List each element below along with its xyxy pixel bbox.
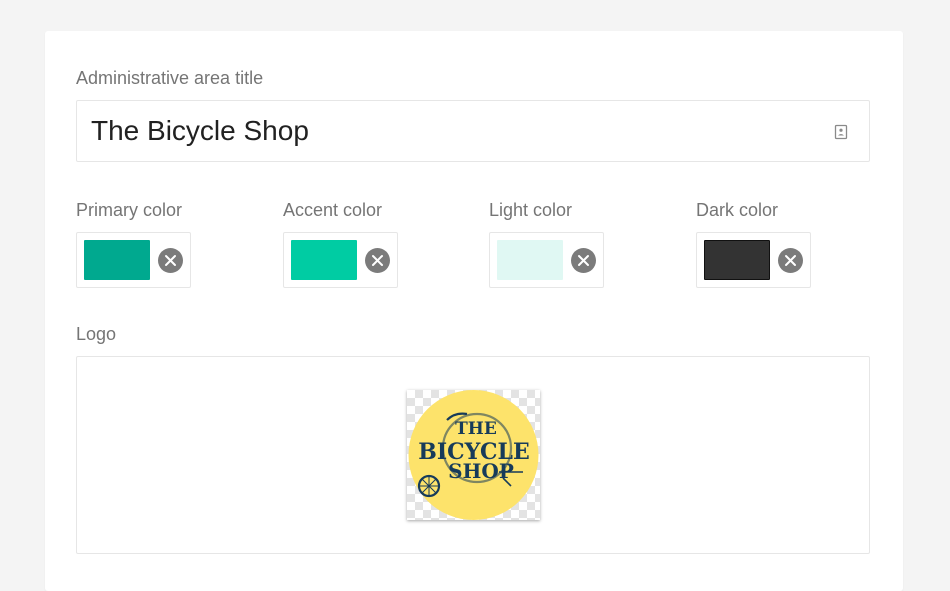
close-icon bbox=[372, 255, 383, 266]
light-color-label: Light color bbox=[489, 200, 573, 220]
bicycle-shop-logo: THE BICYCLE SHOP bbox=[408, 390, 539, 520]
title-input[interactable] bbox=[91, 109, 811, 153]
logo-label: Logo bbox=[76, 324, 117, 344]
close-icon bbox=[578, 255, 589, 266]
accent-color-swatch[interactable] bbox=[291, 240, 357, 280]
close-icon bbox=[785, 255, 796, 266]
light-color-clear-button[interactable] bbox=[571, 248, 596, 273]
logo-text-top: THE bbox=[455, 419, 497, 439]
accent-color-label: Accent color bbox=[283, 200, 383, 220]
accent-color-picker[interactable] bbox=[283, 232, 398, 288]
logo-upload-area[interactable]: THE BICYCLE SHOP bbox=[76, 356, 870, 554]
primary-color-picker[interactable] bbox=[76, 232, 191, 288]
dark-color-clear-button[interactable] bbox=[778, 248, 803, 273]
dark-color-picker[interactable] bbox=[696, 232, 811, 288]
primary-color-swatch[interactable] bbox=[84, 240, 150, 280]
light-color-picker[interactable] bbox=[489, 232, 604, 288]
settings-card: Administrative area title Primary color … bbox=[45, 31, 903, 591]
light-color-swatch[interactable] bbox=[497, 240, 563, 280]
contact-card-icon[interactable] bbox=[833, 124, 849, 140]
close-icon bbox=[165, 255, 176, 266]
logo-image[interactable]: THE BICYCLE SHOP bbox=[407, 390, 540, 520]
primary-color-clear-button[interactable] bbox=[158, 248, 183, 273]
logo-text-bottom: SHOP bbox=[448, 459, 514, 483]
accent-color-clear-button[interactable] bbox=[365, 248, 390, 273]
primary-color-label: Primary color bbox=[76, 200, 183, 220]
dark-color-label: Dark color bbox=[696, 200, 779, 220]
dark-color-swatch[interactable] bbox=[704, 240, 770, 280]
title-input-container[interactable] bbox=[76, 100, 870, 162]
title-field-label: Administrative area title bbox=[76, 68, 264, 88]
